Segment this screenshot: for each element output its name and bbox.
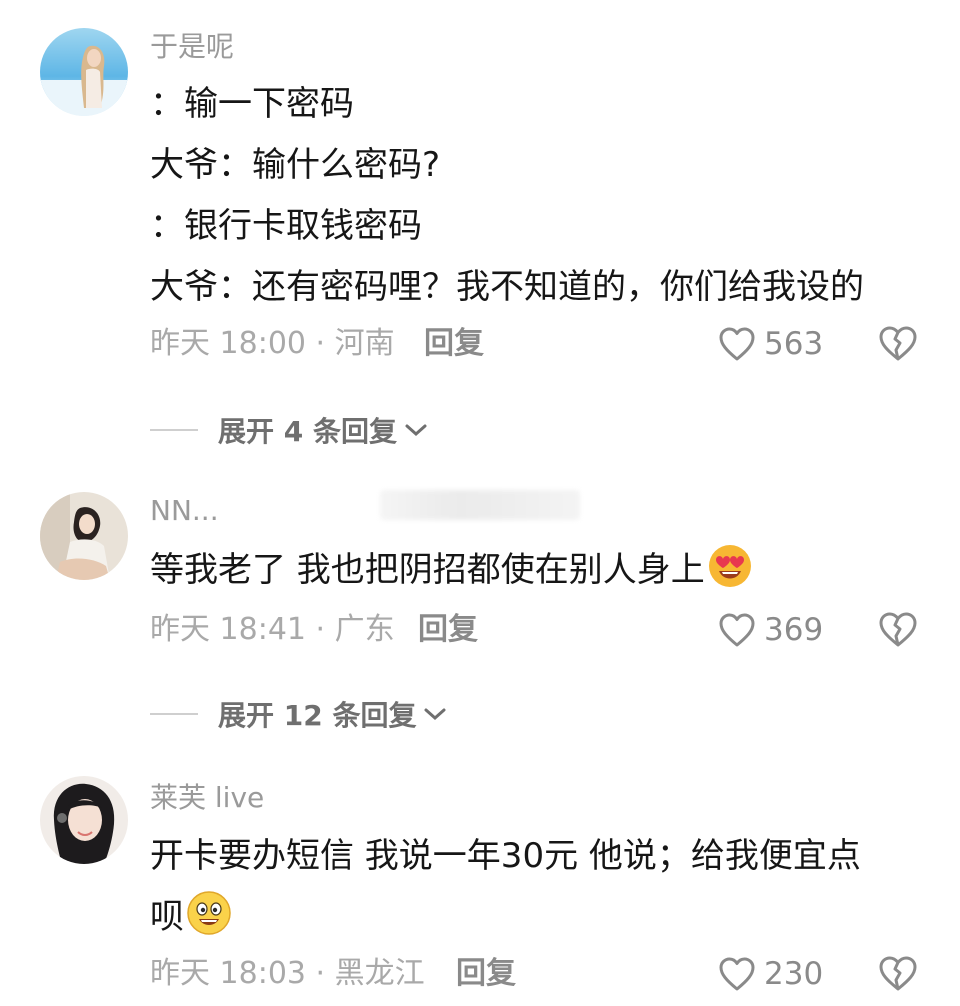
- like-button[interactable]: 369: [718, 608, 823, 652]
- broken-heart-icon[interactable]: [878, 324, 918, 362]
- comment-line: 开卡要办短信 我说一年30元 他说；给我便宜点: [150, 836, 861, 876]
- like-button[interactable]: 230: [718, 952, 823, 996]
- comment-line: 等我老了 我也把阴招都使在别人身上: [150, 540, 920, 601]
- timestamp-location: 昨天 18:03 · 黑龙江: [150, 956, 425, 991]
- username[interactable]: NN...: [150, 494, 219, 528]
- avatar[interactable]: [40, 28, 128, 116]
- heart-outline-icon: [719, 327, 755, 361]
- expand-replies-label: 展开 12 条回复: [218, 699, 417, 732]
- heart-outline-icon: [719, 957, 755, 991]
- reply-button[interactable]: 回复: [424, 322, 484, 366]
- like-count: 369: [764, 612, 824, 648]
- timestamp-location: 昨天 18:41 · 广东: [150, 612, 395, 647]
- reply-button[interactable]: 回复: [418, 608, 478, 652]
- chevron-down-icon: [424, 708, 446, 721]
- heart-eyes-emoji-icon: [707, 543, 753, 589]
- comment-line-text: 呗: [150, 897, 184, 937]
- expand-replies-label: 展开 4 条回复: [218, 415, 397, 448]
- comment-text: 等我老了 我也把阴招都使在别人身上: [150, 540, 920, 601]
- comment-text: ：输一下密码 大爷：输什么密码? ：银行卡取钱密码 大爷：还有密码哩？我不知道的…: [150, 74, 920, 318]
- comment-meta: 昨天 18:03 · 黑龙江 回复 230: [150, 952, 930, 996]
- comment-line: 大爷：还有密码哩？我不知道的，你们给我设的: [150, 267, 864, 307]
- grinning-emoji-icon: [186, 890, 232, 936]
- like-count: 563: [764, 326, 824, 362]
- reply-button[interactable]: 回复: [456, 952, 516, 996]
- like-count: 230: [764, 956, 824, 992]
- blurred-badge: [380, 490, 580, 520]
- divider-dash: [150, 429, 198, 431]
- comment-line-text: 等我老了 我也把阴招都使在别人身上: [150, 550, 705, 590]
- comment-line: 呗: [150, 887, 920, 948]
- like-button[interactable]: 563: [718, 322, 823, 366]
- comment-line: ：银行卡取钱密码: [150, 206, 422, 246]
- username[interactable]: 莱芙 live: [150, 781, 264, 815]
- avatar[interactable]: [40, 492, 128, 580]
- divider-dash: [150, 713, 198, 715]
- broken-heart-icon[interactable]: [878, 610, 918, 648]
- comment-meta: 昨天 18:41 · 广东 回复 369: [150, 608, 930, 652]
- timestamp-location: 昨天 18:00 · 河南: [150, 326, 395, 361]
- expand-replies-button[interactable]: 展开 4 条回复: [150, 410, 429, 450]
- comment-meta: 昨天 18:00 · 河南 回复 563: [150, 322, 930, 366]
- avatar[interactable]: [40, 776, 128, 864]
- broken-heart-icon[interactable]: [878, 954, 918, 992]
- expand-replies-button[interactable]: 展开 12 条回复: [150, 694, 448, 734]
- comment-line: ：输一下密码: [150, 84, 354, 124]
- comment-text: 开卡要办短信 我说一年30元 他说；给我便宜点 呗: [150, 826, 920, 948]
- username[interactable]: 于是呢: [150, 30, 234, 64]
- heart-outline-icon: [719, 613, 755, 647]
- chevron-down-icon: [405, 424, 427, 437]
- comment-line: 大爷：输什么密码?: [150, 145, 441, 185]
